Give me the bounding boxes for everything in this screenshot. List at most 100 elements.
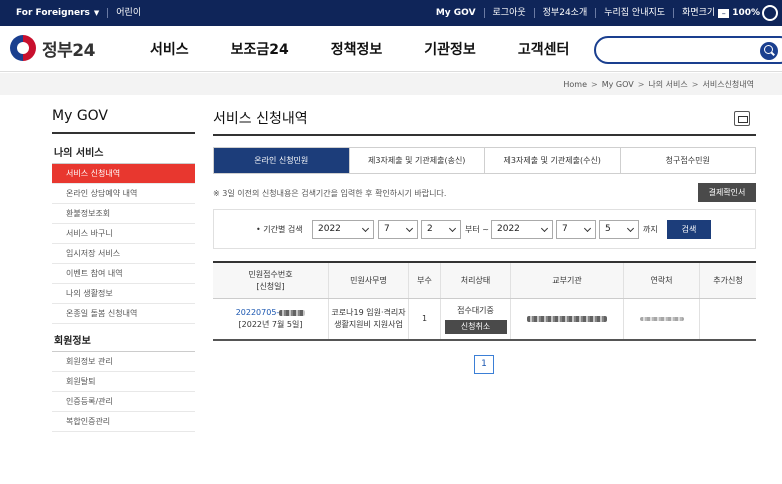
search-input[interactable] bbox=[594, 36, 782, 64]
page-1-button[interactable]: 1 bbox=[474, 355, 494, 374]
sidebar: My GOV 나의 서비스 서비스 신청내역 온라인 상담예약 내역 환불정보조… bbox=[52, 108, 195, 432]
col-copies: 부수 bbox=[409, 263, 441, 298]
sidebar-item-member-manage[interactable]: 회원정보 관리 bbox=[52, 352, 195, 372]
cancel-request-button[interactable]: 신청취소 bbox=[444, 319, 507, 334]
contact-cell bbox=[624, 299, 700, 339]
sidebar-section-my-services: 나의 서비스 bbox=[52, 144, 195, 164]
chevron-right-icon: > bbox=[637, 79, 645, 89]
guide-link[interactable]: 누리집 안내지도 bbox=[596, 7, 673, 19]
zoom-value: 100% bbox=[732, 8, 760, 18]
taegeuk-logo-icon bbox=[10, 35, 36, 61]
chevron-down-icon: ▼ bbox=[93, 9, 100, 17]
utility-right: My GOV 로그아웃 정부24소개 누리집 안내지도 화면크기 – 100% bbox=[428, 0, 782, 26]
redacted-text bbox=[639, 317, 684, 321]
nav-subsidy24[interactable]: 보조금24 bbox=[231, 39, 289, 59]
breadcrumb-current: 서비스신청내역 bbox=[702, 79, 754, 89]
redacted-text bbox=[527, 316, 607, 322]
breadcrumb-mygov[interactable]: My GOV bbox=[602, 80, 634, 89]
chevron-right-icon: > bbox=[591, 79, 598, 89]
requests-table: 민원접수번호 [신청일] 민원사무명 부수 처리상태 교부기관 연락처 추가신청… bbox=[213, 261, 756, 341]
sidebar-section-member-info: 회원정보 bbox=[52, 332, 195, 352]
breadcrumb: Home > My GOV > 나의 서비스 > 서비스신청내역 bbox=[563, 73, 754, 95]
sidebar-item-service-requests[interactable]: 서비스 신청내역 bbox=[52, 164, 195, 184]
receipt-number: 20220705- bbox=[235, 308, 280, 317]
main-header: 정부24 서비스 보조금24 정책정보 기관정보 고객센터 bbox=[0, 26, 782, 72]
for-foreigners-link[interactable]: For Foreigners ▼ bbox=[8, 7, 107, 19]
for-foreigners-label: For Foreigners bbox=[16, 8, 90, 18]
receipt-cell: 20220705- [2022년 7월 5일] bbox=[213, 299, 329, 339]
col-contact: 연락처 bbox=[624, 263, 700, 298]
utility-left: For Foreigners ▼ 어린이 bbox=[8, 0, 149, 26]
print-icon[interactable] bbox=[734, 111, 750, 126]
tab-third-party-received[interactable]: 제3자제출 및 기관제출(수신) bbox=[485, 148, 621, 173]
col-service-name: 민원사무명 bbox=[329, 263, 409, 298]
additional-cell bbox=[700, 299, 756, 339]
font-size-control: 화면크기 – 100% bbox=[674, 5, 782, 21]
sidebar-item-withdraw[interactable]: 회원탈퇴 bbox=[52, 372, 195, 392]
col-receipt-no: 민원접수번호 [신청일] bbox=[213, 263, 329, 298]
my-gov-link[interactable]: My GOV bbox=[428, 7, 484, 19]
nav-services[interactable]: 서비스 bbox=[150, 39, 189, 59]
logout-link[interactable]: 로그아웃 bbox=[485, 7, 534, 19]
redacted-text bbox=[279, 309, 306, 316]
period-filter: • 기간별 검색 2022 7 2 부터 ~ 2022 7 5 까지 검색 bbox=[213, 209, 756, 249]
kids-link[interactable]: 어린이 bbox=[108, 7, 149, 19]
sidebar-item-multi-auth[interactable]: 복합인증관리 bbox=[52, 412, 195, 432]
from-year-select[interactable]: 2022 bbox=[312, 220, 374, 239]
nav-policy-info[interactable]: 정책정보 bbox=[331, 39, 383, 59]
global-navigation: 서비스 보조금24 정책정보 기관정보 고객센터 bbox=[150, 26, 611, 72]
issuing-agency-cell bbox=[511, 299, 624, 339]
to-suffix: 까지 bbox=[643, 225, 658, 234]
filter-label: • 기간별 검색 bbox=[256, 225, 303, 234]
col-issuing-agency: 교부기관 bbox=[511, 263, 624, 298]
from-day-select[interactable]: 2 bbox=[421, 220, 461, 239]
breadcrumb-band: Home > My GOV > 나의 서비스 > 서비스신청내역 bbox=[0, 73, 782, 95]
period-notice: ※ 3일 이전의 신청내용은 검색기간을 입력한 후 확인하시기 바랍니다. bbox=[213, 189, 447, 198]
col-additional: 추가신청 bbox=[713, 275, 743, 285]
receipt-number-link[interactable]: 20220705- bbox=[236, 307, 306, 319]
to-year-select[interactable]: 2022 bbox=[491, 220, 553, 239]
sidebar-item-life-info[interactable]: 나의 생활정보 bbox=[52, 284, 195, 304]
payment-receipt-button[interactable]: 결제확인서 bbox=[698, 183, 756, 202]
search-button[interactable]: 검색 bbox=[667, 220, 711, 239]
main-content: 서비스 신청내역 온라인 신청민원 제3자제출 및 기관제출(송신) 제3자제출… bbox=[213, 108, 756, 374]
sidebar-item-event-history[interactable]: 이벤트 참여 내역 bbox=[52, 264, 195, 284]
table-row: 20220705- [2022년 7월 5일] 코로나19 입원·격리자 생활지… bbox=[213, 299, 756, 341]
sidebar-item-childcare-requests[interactable]: 온종일 돌봄 신청내역 bbox=[52, 304, 195, 324]
sidebar-item-certificate-manage[interactable]: 인증등록/관리 bbox=[52, 392, 195, 412]
col-status: 처리상태 bbox=[441, 263, 511, 298]
request-date: [2022년 7월 5일] bbox=[238, 320, 303, 329]
to-month-select[interactable]: 7 bbox=[556, 220, 596, 239]
tab-online-requests[interactable]: 온라인 신청민원 bbox=[214, 148, 350, 173]
search-icon[interactable] bbox=[760, 42, 778, 60]
settings-gear-icon[interactable] bbox=[762, 5, 778, 21]
breadcrumb-my-services[interactable]: 나의 서비스 bbox=[648, 79, 687, 90]
page-title: 서비스 신청내역 bbox=[213, 111, 308, 127]
sidebar-item-service-basket[interactable]: 서비스 바구니 bbox=[52, 224, 195, 244]
status-text: 접수대기중 bbox=[457, 305, 494, 315]
sidebar-item-refund-info[interactable]: 환불정보조회 bbox=[52, 204, 195, 224]
chevron-right-icon: > bbox=[691, 79, 699, 89]
sidebar-item-saved-services[interactable]: 임시저장 서비스 bbox=[52, 244, 195, 264]
to-day-select[interactable]: 5 bbox=[599, 220, 639, 239]
from-month-select[interactable]: 7 bbox=[378, 220, 418, 239]
logo-text: 정부24 bbox=[42, 40, 95, 61]
utility-bar: For Foreigners ▼ 어린이 My GOV 로그아웃 정부24소개 … bbox=[0, 0, 782, 26]
site-logo[interactable]: 정부24 bbox=[10, 35, 95, 61]
nav-agency-info[interactable]: 기관정보 bbox=[424, 39, 476, 59]
sidebar-title: My GOV bbox=[52, 108, 195, 134]
tab-third-party-sent[interactable]: 제3자제출 및 기관제출(송신) bbox=[349, 148, 485, 173]
font-size-label: 화면크기 bbox=[682, 8, 716, 18]
intro-link[interactable]: 정부24소개 bbox=[535, 7, 596, 19]
table-header-row: 민원접수번호 [신청일] 민원사무명 부수 처리상태 교부기관 연락처 추가신청 bbox=[213, 263, 756, 299]
request-tabs: 온라인 신청민원 제3자제출 및 기관제출(송신) 제3자제출 및 기관제출(수… bbox=[213, 147, 756, 174]
copies-cell: 1 bbox=[409, 299, 441, 339]
service-name-cell: 코로나19 입원·격리자 생활지원비 지원사업 bbox=[329, 299, 409, 339]
breadcrumb-home[interactable]: Home bbox=[563, 80, 587, 89]
page-title-bar: 서비스 신청내역 bbox=[213, 108, 756, 136]
sidebar-item-consult-reservations[interactable]: 온라인 상담예약 내역 bbox=[52, 184, 195, 204]
zoom-out-button[interactable]: – bbox=[718, 8, 730, 18]
nav-customer-center[interactable]: 고객센터 bbox=[518, 39, 570, 59]
from-suffix: 부터 ~ bbox=[465, 225, 489, 234]
tab-claim-requests[interactable]: 청구접수민원 bbox=[620, 148, 755, 173]
